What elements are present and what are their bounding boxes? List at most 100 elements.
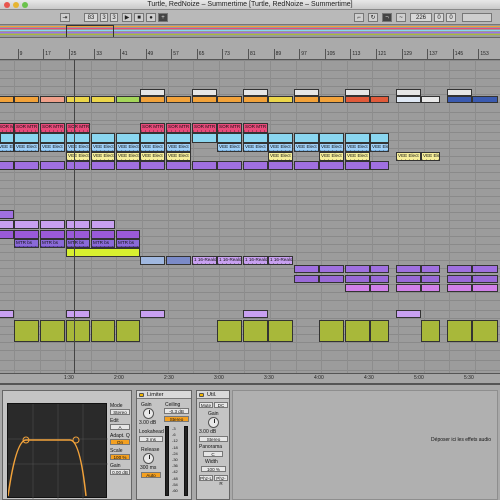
arrangement-clip[interactable]: VEE Elect — [319, 143, 344, 152]
arrangement-clip[interactable] — [243, 96, 268, 103]
arrangement-clip[interactable] — [447, 275, 472, 283]
arrangement-clip[interactable]: SOR MTR — [166, 123, 191, 133]
arrangement-clip[interactable]: MTR bs — [40, 239, 65, 248]
position-sixteenth-field[interactable]: 3 — [110, 13, 118, 22]
limiter-release-knob[interactable] — [143, 453, 154, 464]
arrangement-clip[interactable] — [370, 284, 389, 292]
arrangement-clip[interactable] — [370, 133, 389, 143]
arrangement-clip[interactable] — [345, 96, 370, 103]
arrangement-clip[interactable]: MTR bs — [91, 239, 115, 248]
arrangement-clip[interactable] — [370, 265, 389, 273]
arrangement-clip[interactable]: VEE Elect — [243, 143, 268, 152]
arrangement-clip[interactable] — [91, 161, 115, 170]
arrangement-clip[interactable] — [116, 320, 140, 342]
utility-dc-toggle[interactable]: DC — [214, 402, 228, 408]
arrangement-clip[interactable] — [472, 265, 498, 273]
punch-out-button[interactable]: ¬ — [382, 13, 392, 22]
arrangement-clip[interactable] — [345, 275, 370, 283]
limiter-gain-knob[interactable] — [143, 408, 154, 419]
arrangement-clip[interactable]: VEE Elect — [268, 143, 293, 152]
arrangement-clip[interactable] — [294, 133, 319, 143]
arrangement-clip[interactable] — [319, 265, 344, 273]
arrangement-clip[interactable] — [166, 256, 191, 265]
arrangement-clip[interactable]: SOR MTR — [14, 123, 39, 133]
arrangement-clip[interactable] — [396, 96, 421, 103]
arrangement-clip[interactable] — [116, 133, 140, 143]
arrangement-clip[interactable]: VEE Elect — [396, 152, 421, 161]
arrangement-clip[interactable] — [421, 96, 440, 103]
arrangement-clip[interactable]: 1 16-Realo — [217, 256, 242, 265]
arrangement-clip[interactable] — [166, 96, 191, 103]
arrangement-clip[interactable] — [447, 265, 472, 273]
arrangement-clip[interactable] — [447, 96, 472, 103]
arrangement-clip[interactable]: 1 16-Realo — [192, 256, 217, 265]
arrangement-clip[interactable] — [14, 96, 39, 103]
arrangement-clip[interactable]: VEE Elect — [421, 152, 440, 161]
utility-phase-left-toggle[interactable]: Phz-L — [199, 475, 213, 481]
arrangement-clip[interactable]: VEE Elect — [268, 152, 293, 161]
arrangement-clip[interactable] — [370, 96, 389, 103]
arrangement-clip[interactable] — [66, 220, 90, 229]
utility-stereo-select[interactable]: Stereo — [199, 436, 228, 442]
arrangement-clip[interactable] — [447, 89, 472, 96]
arrangement-clip[interactable] — [0, 161, 14, 170]
arrangement-clip[interactable] — [140, 310, 165, 318]
arrangement-clip[interactable] — [217, 161, 242, 170]
arrangement-clip[interactable] — [192, 96, 217, 103]
arrangement-clip[interactable] — [91, 220, 115, 229]
arrangement-clip[interactable] — [140, 161, 165, 170]
arrangement-clip[interactable] — [345, 161, 370, 170]
arrangement-clip[interactable] — [243, 320, 268, 342]
arrangement-clip[interactable]: MTR bs — [66, 239, 90, 248]
arrangement-clip[interactable] — [0, 220, 14, 229]
playhead-marker[interactable] — [74, 60, 75, 382]
arrangement-clip[interactable] — [396, 265, 421, 273]
arrangement-clip[interactable] — [319, 133, 344, 143]
arrangement-clip[interactable] — [116, 161, 140, 170]
arrangement-clip[interactable]: SOR MTR — [140, 123, 165, 133]
arrangement-clip[interactable] — [14, 133, 39, 143]
arrangement-clip[interactable] — [140, 96, 165, 103]
arrangement-clip[interactable] — [192, 133, 217, 143]
arrangement-clip[interactable] — [217, 96, 242, 103]
follow-arrow-icon[interactable]: ⇥ — [60, 13, 70, 22]
arrangement-clip[interactable] — [166, 133, 191, 143]
arrangement-clip[interactable] — [14, 161, 39, 170]
eq-curve-display[interactable] — [7, 403, 108, 499]
arrangement-clip[interactable]: VEE Elect — [0, 143, 14, 152]
arrangement-clip[interactable]: SOR MTR — [66, 123, 90, 133]
arrangement-clip[interactable] — [268, 320, 293, 342]
arrangement-clip[interactable] — [14, 220, 39, 229]
play-button[interactable]: ▶ — [122, 13, 132, 22]
arrangement-clip[interactable] — [91, 320, 115, 342]
arrangement-clip[interactable] — [294, 89, 319, 96]
position-beat-field[interactable]: 3 — [100, 13, 108, 22]
arrangement-clip[interactable] — [472, 320, 498, 342]
arrangement-view[interactable]: SOR MTRSOR MTRSOR MTRSOR MTRSOR MTRSOR M… — [0, 60, 500, 382]
arrangement-clip[interactable] — [0, 210, 14, 219]
arrangement-clip[interactable] — [116, 230, 140, 239]
arrangement-clip[interactable]: VEE Elect — [345, 152, 370, 161]
arrangement-clip[interactable] — [192, 89, 217, 96]
arrangement-clip[interactable] — [66, 248, 140, 257]
arrangement-clip[interactable]: VEE Elect — [91, 143, 115, 152]
arrangement-clip[interactable] — [66, 320, 90, 342]
eq-gain-field[interactable]: 0.00 dB — [110, 469, 130, 475]
arrangement-clip[interactable] — [40, 320, 65, 342]
arrangement-clip[interactable]: VEE Elect — [345, 143, 370, 152]
arrangement-clip[interactable] — [294, 275, 319, 283]
arrangement-clip[interactable] — [14, 230, 39, 239]
arrangement-clip[interactable] — [66, 133, 90, 143]
limiter-auto-toggle[interactable]: Auto — [141, 472, 161, 478]
arrangement-clip[interactable] — [345, 265, 370, 273]
arrangement-clip[interactable] — [91, 133, 115, 143]
arrangement-clip[interactable] — [140, 89, 165, 96]
arrangement-clip[interactable] — [140, 256, 165, 265]
zoom-button[interactable] — [22, 2, 28, 8]
arrangement-overview[interactable] — [0, 25, 500, 38]
minimize-button[interactable] — [13, 2, 19, 8]
arrangement-clip[interactable] — [268, 161, 293, 170]
utility-gain-knob[interactable] — [208, 417, 219, 428]
arrangement-clip[interactable] — [91, 230, 115, 239]
arrangement-clip[interactable] — [345, 133, 370, 143]
